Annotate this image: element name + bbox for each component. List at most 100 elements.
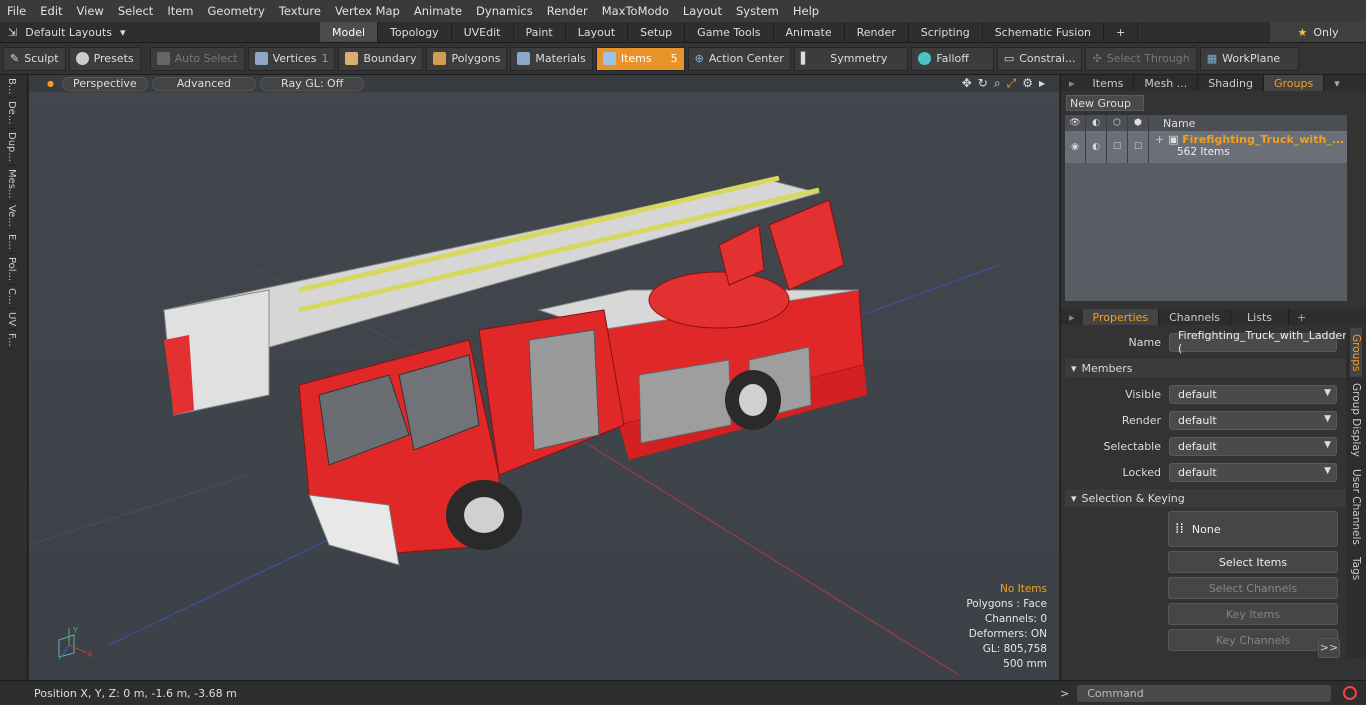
render-dropdown[interactable]: default ▼ <box>1169 410 1337 430</box>
tab-mesh[interactable]: Mesh ... <box>1134 75 1199 91</box>
row-lock-icon[interactable]: ☐ <box>1128 131 1149 163</box>
command-input[interactable]: Command <box>1077 684 1332 702</box>
auto-select-button[interactable]: Auto Select <box>149 46 245 71</box>
add-tab-button[interactable]: + <box>1104 22 1139 42</box>
info-deformers: Deformers: ON <box>968 628 1047 640</box>
locked-row: Locked default ▼ <box>1065 459 1362 485</box>
tab-topology[interactable]: Topology <box>378 22 452 42</box>
menu-system[interactable]: System <box>729 4 786 18</box>
left-tab-basic[interactable]: B... <box>6 75 17 99</box>
members-section[interactable]: ▾ Members <box>1065 359 1362 377</box>
new-group-button[interactable]: New Group <box>1066 95 1144 111</box>
left-tab-fusion[interactable]: F... <box>6 330 17 351</box>
menu-geometry[interactable]: Geometry <box>201 4 272 18</box>
tab-uvedit[interactable]: UVEdit <box>452 22 514 42</box>
key-channels-button[interactable]: Key Channels <box>1168 629 1338 651</box>
select-through-button[interactable]: ✣ Select Through <box>1085 46 1197 71</box>
select-channels-button[interactable]: Select Channels <box>1168 577 1338 599</box>
tab-shading[interactable]: Shading <box>1198 75 1264 91</box>
side-tab-user-channels[interactable]: User Channels <box>1350 463 1362 551</box>
tab-lists[interactable]: Lists <box>1231 309 1289 325</box>
polygons-button[interactable]: Polygons <box>426 46 508 71</box>
lock-icon[interactable]: ⬢ <box>1128 115 1149 131</box>
menu-edit[interactable]: Edit <box>33 4 69 18</box>
select-lock-icon[interactable]: ⬡ <box>1107 115 1128 131</box>
more-button[interactable]: >> <box>1318 638 1340 658</box>
selection-keying-label: Selection & Keying <box>1081 491 1185 505</box>
action-center-button[interactable]: ⊕ Action Center <box>687 46 791 71</box>
row-select-icon[interactable]: ☐ <box>1107 131 1128 163</box>
row-eye-icon[interactable]: ◉ <box>1065 131 1086 163</box>
sculpt-button[interactable]: ✎ Sculpt <box>3 46 66 71</box>
tab-schematic-fusion[interactable]: Schematic Fusion <box>983 22 1105 42</box>
left-tab-deform[interactable]: De... <box>6 98 17 129</box>
none-button[interactable]: ⁞⁞ None <box>1168 511 1338 547</box>
symmetry-button[interactable]: ▌ Symmetry <box>793 46 909 71</box>
tab-scripting[interactable]: Scripting <box>909 22 983 42</box>
tab-properties[interactable]: Properties <box>1082 309 1160 325</box>
row-render-icon[interactable]: ◐ <box>1086 131 1107 163</box>
record-icon[interactable] <box>1343 686 1358 700</box>
locked-dropdown[interactable]: default ▼ <box>1169 462 1337 482</box>
tab-layout[interactable]: Layout <box>566 22 629 42</box>
tab-model[interactable]: Model <box>320 22 379 42</box>
constraints-button[interactable]: ▭ Constrai... <box>996 46 1083 71</box>
tab-groups[interactable]: Groups <box>1263 75 1325 91</box>
left-tab-curve[interactable]: C... <box>6 285 17 309</box>
side-tab-group-display[interactable]: Group Display <box>1350 377 1362 463</box>
menu-texture[interactable]: Texture <box>272 4 328 18</box>
menu-vertex-map[interactable]: Vertex Map <box>328 4 407 18</box>
materials-button[interactable]: Materials <box>510 46 593 71</box>
presets-button[interactable]: Presets <box>68 46 141 71</box>
menu-animate[interactable]: Animate <box>407 4 469 18</box>
menu-help[interactable]: Help <box>786 4 826 18</box>
tab-animate[interactable]: Animate <box>774 22 845 42</box>
key-items-button[interactable]: Key Items <box>1168 603 1338 625</box>
select-items-button[interactable]: Select Items <box>1168 551 1338 573</box>
expand-icon[interactable]: + <box>1155 133 1164 146</box>
side-tab-tags[interactable]: Tags <box>1350 551 1362 586</box>
chevron-right-icon: > <box>1060 686 1070 700</box>
side-tab-groups[interactable]: Groups <box>1350 328 1362 378</box>
selection-keying-section[interactable]: ▾ Selection & Keying <box>1065 489 1362 507</box>
menu-select[interactable]: Select <box>111 4 160 18</box>
selectable-dropdown[interactable]: default ▼ <box>1169 436 1337 456</box>
vertices-button[interactable]: Vertices 1 <box>247 46 336 71</box>
falloff-button[interactable]: Falloff <box>911 46 994 71</box>
workplane-button[interactable]: ▦ WorkPlane <box>1199 46 1300 71</box>
eye-icon[interactable]: 👁 <box>1065 115 1086 131</box>
menu-render[interactable]: Render <box>540 4 595 18</box>
left-tab-duplicate[interactable]: Dup... <box>6 129 17 166</box>
only-toggle[interactable]: ★ Only <box>1270 22 1366 42</box>
left-tab-vertex[interactable]: Ve... <box>6 202 17 232</box>
default-layouts-dropdown[interactable]: ⇲ Default Layouts ▾ <box>0 26 320 39</box>
left-tab-uv[interactable]: UV <box>6 309 17 330</box>
left-tab-mesh[interactable]: Mes... <box>6 166 17 203</box>
left-tab-polygon[interactable]: Pol... <box>6 254 17 285</box>
menu-item[interactable]: Item <box>160 4 200 18</box>
boundary-button[interactable]: Boundary <box>338 46 424 71</box>
chevron-down-icon[interactable]: ▾ <box>1324 77 1350 90</box>
menu-view[interactable]: View <box>70 4 111 18</box>
tab-channels[interactable]: Channels <box>1159 309 1232 325</box>
left-tab-edge[interactable]: E... <box>6 231 17 254</box>
tab-paint[interactable]: Paint <box>514 22 566 42</box>
plus-icon[interactable]: + <box>1289 311 1314 324</box>
menu-maxtomodo[interactable]: MaxToModo <box>595 4 676 18</box>
name-field[interactable]: Firefighting_Truck_with_Ladder ( <box>1169 329 1347 355</box>
tab-game-tools[interactable]: Game Tools <box>685 22 774 42</box>
layout-tab-row: ⇲ Default Layouts ▾ Model Topology UVEdi… <box>0 22 1366 43</box>
items-button[interactable]: Items 5 <box>595 46 685 71</box>
menu-file[interactable]: File <box>0 4 33 18</box>
menu-dynamics[interactable]: Dynamics <box>469 4 540 18</box>
render-icon[interactable]: ◐ <box>1086 115 1107 131</box>
tab-render[interactable]: Render <box>845 22 909 42</box>
group-row[interactable]: ◉ ◐ ☐ ☐ + ▣ Firefighting_Truck_with_... 5… <box>1065 131 1347 163</box>
menu-layout[interactable]: Layout <box>676 4 729 18</box>
layouts-icon: ⇲ <box>8 25 18 39</box>
tab-setup[interactable]: Setup <box>628 22 686 42</box>
visible-dropdown[interactable]: default ▼ <box>1169 384 1337 404</box>
items-label: Items <box>620 52 652 65</box>
tab-items[interactable]: Items <box>1083 75 1135 91</box>
3d-viewport[interactable]: ● Perspective Advanced Ray GL: Off ✥ ↻ ⌕… <box>29 75 1059 680</box>
